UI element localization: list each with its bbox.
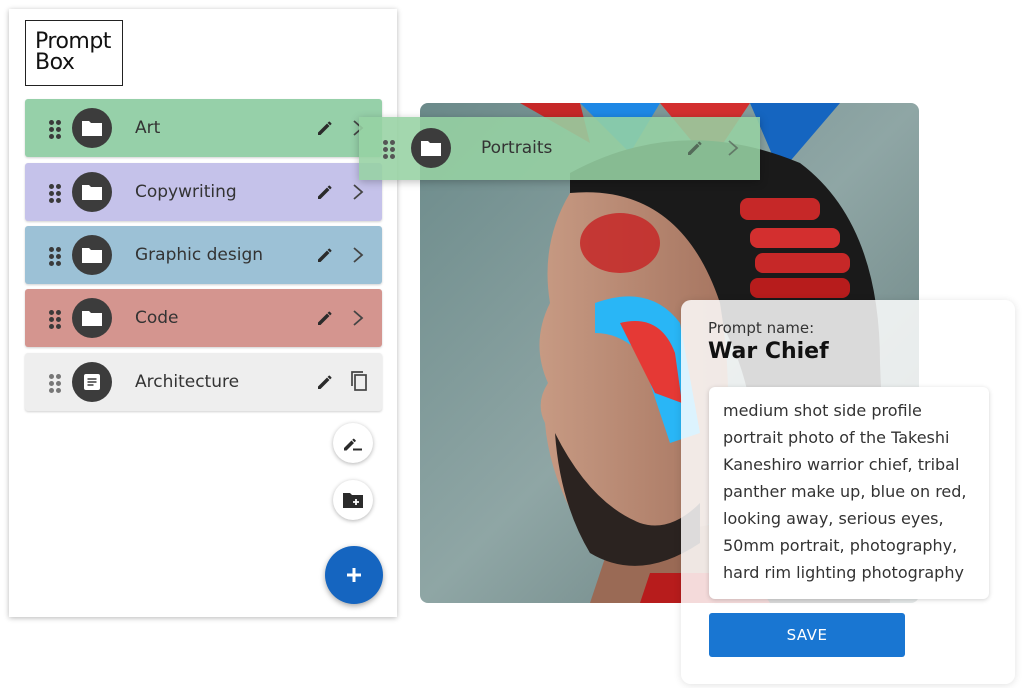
app-logo: Prompt Box [25, 20, 123, 86]
drag-handle-icon[interactable] [49, 120, 61, 139]
edit-icon[interactable] [316, 119, 334, 137]
prompt-name[interactable]: War Chief [708, 339, 829, 364]
folder-label: Graphic design [135, 245, 264, 265]
prompt-name-label: Prompt name: [708, 319, 815, 337]
chevron-right-icon[interactable] [726, 138, 740, 158]
create-folder-icon [343, 493, 363, 508]
edit-pen-icon [344, 438, 362, 451]
edit-icon[interactable] [316, 246, 334, 264]
new-prompt-button[interactable] [333, 423, 373, 463]
folder-label: Art [135, 118, 161, 138]
add-button[interactable] [325, 546, 383, 604]
folder-row-code[interactable]: Code [25, 289, 382, 347]
copy-icon[interactable] [349, 370, 369, 392]
edit-icon[interactable] [316, 373, 334, 391]
chevron-right-icon[interactable] [351, 245, 365, 265]
folder-row-copywriting[interactable]: Copywriting [25, 163, 382, 221]
drag-handle-icon[interactable] [49, 374, 61, 393]
dragged-folder-row-portraits[interactable]: Portraits [359, 117, 760, 180]
logo-line-2: Box [35, 50, 75, 75]
new-folder-button[interactable] [333, 480, 373, 520]
folder-icon [411, 128, 451, 168]
folder-icon [72, 172, 112, 212]
prompt-row-architecture[interactable]: Architecture [25, 353, 382, 411]
plus-icon [347, 568, 361, 582]
chevron-right-icon[interactable] [351, 182, 365, 202]
folder-icon [72, 235, 112, 275]
sidebar-panel: Prompt Box Art Copywriting Graphic desig… [9, 9, 397, 617]
folder-icon [72, 298, 112, 338]
drag-handle-icon[interactable] [383, 140, 395, 159]
chevron-right-icon[interactable] [351, 308, 365, 328]
folder-row-graphic-design[interactable]: Graphic design [25, 226, 382, 284]
prompt-label: Architecture [135, 372, 240, 392]
folder-label: Copywriting [135, 182, 237, 202]
folder-icon [72, 108, 112, 148]
save-button[interactable]: SAVE [709, 613, 905, 657]
drag-handle-icon[interactable] [49, 310, 61, 329]
drag-handle-icon[interactable] [49, 247, 61, 266]
folder-row-art[interactable]: Art [25, 99, 382, 157]
prompt-text-field[interactable]: medium shot side profile portrait photo … [709, 387, 989, 599]
edit-icon[interactable] [316, 309, 334, 327]
folder-label: Portraits [481, 138, 553, 158]
drag-handle-icon[interactable] [49, 184, 61, 203]
edit-icon[interactable] [686, 139, 704, 157]
document-icon [72, 362, 112, 402]
prompt-details-card: Prompt name: War Chief medium shot side … [681, 300, 1015, 684]
folder-label: Code [135, 308, 179, 328]
logo-line-1: Prompt [35, 29, 111, 54]
edit-icon[interactable] [316, 183, 334, 201]
